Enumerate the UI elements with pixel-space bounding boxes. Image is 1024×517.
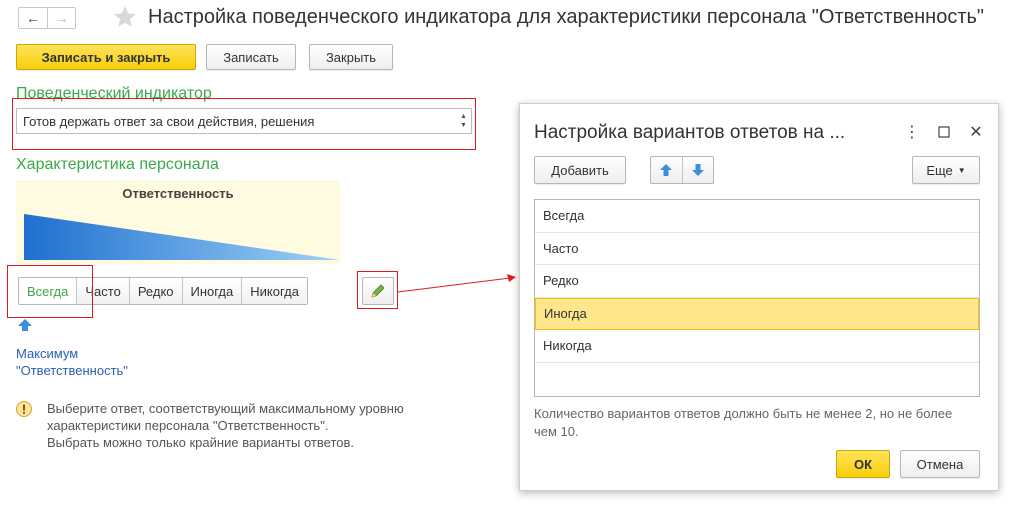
more-menu-label: Еще bbox=[926, 162, 953, 178]
list-item[interactable]: Никогда bbox=[535, 330, 979, 363]
arrow-down-icon bbox=[691, 164, 704, 176]
list-item[interactable]: Всегда bbox=[535, 200, 979, 233]
add-button[interactable]: Добавить bbox=[534, 156, 626, 184]
hint-text: Выберите ответ, соответствующий максимал… bbox=[47, 400, 467, 451]
warning-icon bbox=[16, 401, 32, 417]
selected-option-highlight-frame bbox=[7, 265, 93, 318]
hint-line2: характеристики персонала "Ответственност… bbox=[47, 418, 329, 433]
save-and-close-button[interactable]: Записать и закрыть bbox=[16, 44, 196, 70]
save-button[interactable]: Записать bbox=[206, 44, 296, 70]
arrow-up-icon bbox=[660, 164, 673, 176]
arrow-up-marker-icon bbox=[18, 319, 32, 331]
list-item-selected[interactable]: Иногда bbox=[535, 297, 979, 330]
more-actions-icon[interactable]: ⋮ bbox=[902, 122, 922, 142]
characteristic-chart: Ответственность bbox=[16, 180, 340, 264]
list-item[interactable]: Часто bbox=[535, 233, 979, 265]
chevron-down-icon: ▼ bbox=[957, 165, 966, 175]
forward-button[interactable]: → bbox=[47, 8, 75, 28]
option-inogda[interactable]: Иногда bbox=[181, 278, 242, 304]
characteristic-label: Характеристика персонала bbox=[16, 156, 219, 173]
list-item[interactable]: Редко bbox=[535, 265, 979, 298]
move-down-button[interactable] bbox=[681, 157, 714, 183]
dialog-note: Количество вариантов ответов должно быть… bbox=[534, 406, 953, 439]
arrow-right-icon: → bbox=[54, 10, 69, 26]
favorite-star-icon[interactable] bbox=[112, 4, 138, 30]
hint-line1: Выберите ответ, соответствующий максимал… bbox=[47, 401, 404, 416]
option-nikogda[interactable]: Никогда bbox=[241, 278, 307, 304]
dialog-title: Настройка вариантов ответов на ... bbox=[534, 122, 846, 143]
move-up-button[interactable] bbox=[651, 157, 682, 183]
max-line1: Максимум bbox=[16, 346, 79, 361]
move-buttons bbox=[650, 156, 714, 184]
indicator-input-value: Готов держать ответ за свои действия, ре… bbox=[23, 114, 315, 129]
answer-options-dialog: Настройка вариантов ответов на ... ⋮ ✕ Д… bbox=[519, 103, 999, 491]
page-title: Настройка поведенческого индикатора для … bbox=[148, 6, 984, 28]
option-redko[interactable]: Редко bbox=[128, 278, 182, 304]
close-icon[interactable]: ✕ bbox=[966, 122, 986, 142]
gradient-wedge bbox=[24, 214, 340, 260]
back-button[interactable]: ← bbox=[19, 8, 47, 28]
answer-list: Всегда Часто Редко Иногда Никогда bbox=[534, 199, 980, 397]
maximize-icon[interactable] bbox=[934, 122, 954, 142]
hint-line3: Выбрать можно только крайние варианты от… bbox=[47, 435, 355, 450]
more-menu-button[interactable]: Еще ▼ bbox=[912, 156, 980, 184]
spin-arrows-icon[interactable]: ▲ ▼ bbox=[460, 112, 468, 130]
close-button[interactable]: Закрыть bbox=[309, 44, 393, 70]
indicator-input[interactable]: Готов держать ответ за свои действия, ре… bbox=[16, 108, 472, 134]
chart-title: Ответственность bbox=[122, 186, 234, 201]
ok-button[interactable]: ОК bbox=[836, 450, 890, 478]
cancel-button[interactable]: Отмена bbox=[900, 450, 980, 478]
nav-buttons: ← → bbox=[18, 7, 76, 29]
max-line2: "Ответственность" bbox=[16, 363, 128, 378]
edit-button-highlight-frame bbox=[357, 271, 398, 309]
arrow-left-icon: ← bbox=[26, 10, 40, 26]
max-characteristic-link[interactable]: Максимум "Ответственность" bbox=[16, 345, 128, 379]
connector-arrow bbox=[397, 274, 516, 293]
